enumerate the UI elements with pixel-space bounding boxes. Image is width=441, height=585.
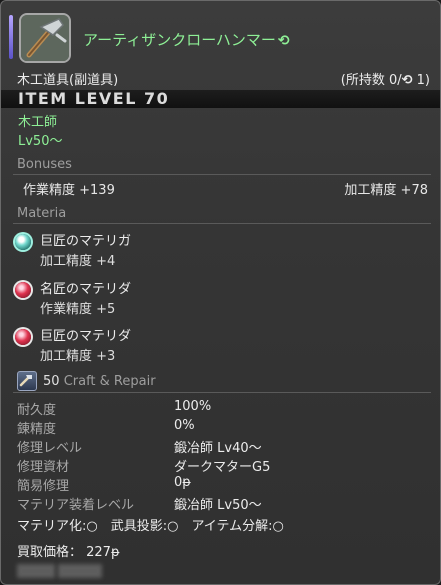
item-category: 木工道具(副道具) (17, 73, 119, 88)
materia-title: Materia (17, 206, 67, 221)
item-tooltip: アーティザンクローハンマー ⟲ 木工道具(副道具) (所持数 0/⟲ 1) ITE… (0, 0, 441, 585)
spiritbond-value: 0% (174, 418, 195, 433)
item-name: アーティザンクローハンマー ⟲ (83, 31, 290, 49)
item-header: アーティザンクローハンマー ⟲ (9, 11, 434, 65)
divider (13, 223, 431, 224)
durability-label: 耐久度 (17, 403, 57, 418)
bonus-control: 加工精度 +78 (344, 183, 428, 198)
quick-repair-value: 0ᵽ (174, 475, 191, 490)
materia-name: 巨匠のマテリダ (40, 329, 132, 344)
materia-orb-icon (15, 282, 31, 298)
rarity-bar (9, 15, 13, 59)
class-job: 木工師 (18, 115, 58, 130)
repair-material-value: ダークマターG5 (174, 460, 271, 475)
materia-stat: 加工精度 +3 (40, 349, 116, 364)
hq-icon: ⟲ (277, 33, 290, 49)
materia-orb-icon (15, 234, 31, 250)
materia-slot-3[interactable]: 巨匠のマテリダ 加工精度 +3 (15, 325, 415, 369)
bonus-craftsmanship: 作業精度 +139 (23, 183, 115, 198)
materia-stat: 作業精度 +5 (40, 302, 116, 317)
repair-level-value: 鍛冶師 Lv40〜 (174, 441, 262, 456)
materia-melding-value: 鍛冶師 Lv50〜 (174, 498, 262, 513)
divider (13, 174, 431, 175)
durability-value: 100% (174, 399, 212, 414)
claw-hammer-icon (19, 13, 71, 63)
item-flags: マテリア化:○ 武具投影:○ アイテム分解:○ (17, 519, 284, 534)
materia-name: 巨匠のマテリガ (40, 234, 132, 249)
blurred-footer (17, 564, 105, 580)
hq-icon: ⟲ (401, 73, 413, 88)
materia-slot-1[interactable]: 巨匠のマテリガ 加工精度 +4 (15, 230, 415, 274)
item-level: ITEM LEVEL 70 (18, 89, 170, 108)
bonuses-title: Bonuses (17, 157, 72, 172)
divider (13, 392, 431, 393)
materia-slot-2[interactable]: 名匠のマテリダ 作業精度 +5 (15, 278, 415, 322)
repair-level-label: 修理レベル (17, 441, 83, 456)
craft-repair-icon (17, 371, 37, 391)
craft-repair-title: 50 Craft & Repair (43, 374, 156, 389)
materia-orb-icon (15, 329, 31, 345)
materia-stat: 加工精度 +4 (40, 254, 116, 269)
owned-count: (所持数 0/⟲ 1) (340, 73, 430, 88)
quick-repair-label: 簡易修理 (17, 479, 70, 494)
sell-price: 買取価格： 227ᵽ (17, 545, 120, 560)
spiritbond-label: 錬精度 (17, 422, 57, 437)
repair-material-label: 修理資材 (17, 460, 70, 475)
materia-melding-label: マテリア装着レベル (17, 498, 135, 513)
materia-name: 名匠のマテリダ (40, 282, 132, 297)
required-level: Lv50〜 (18, 134, 63, 149)
